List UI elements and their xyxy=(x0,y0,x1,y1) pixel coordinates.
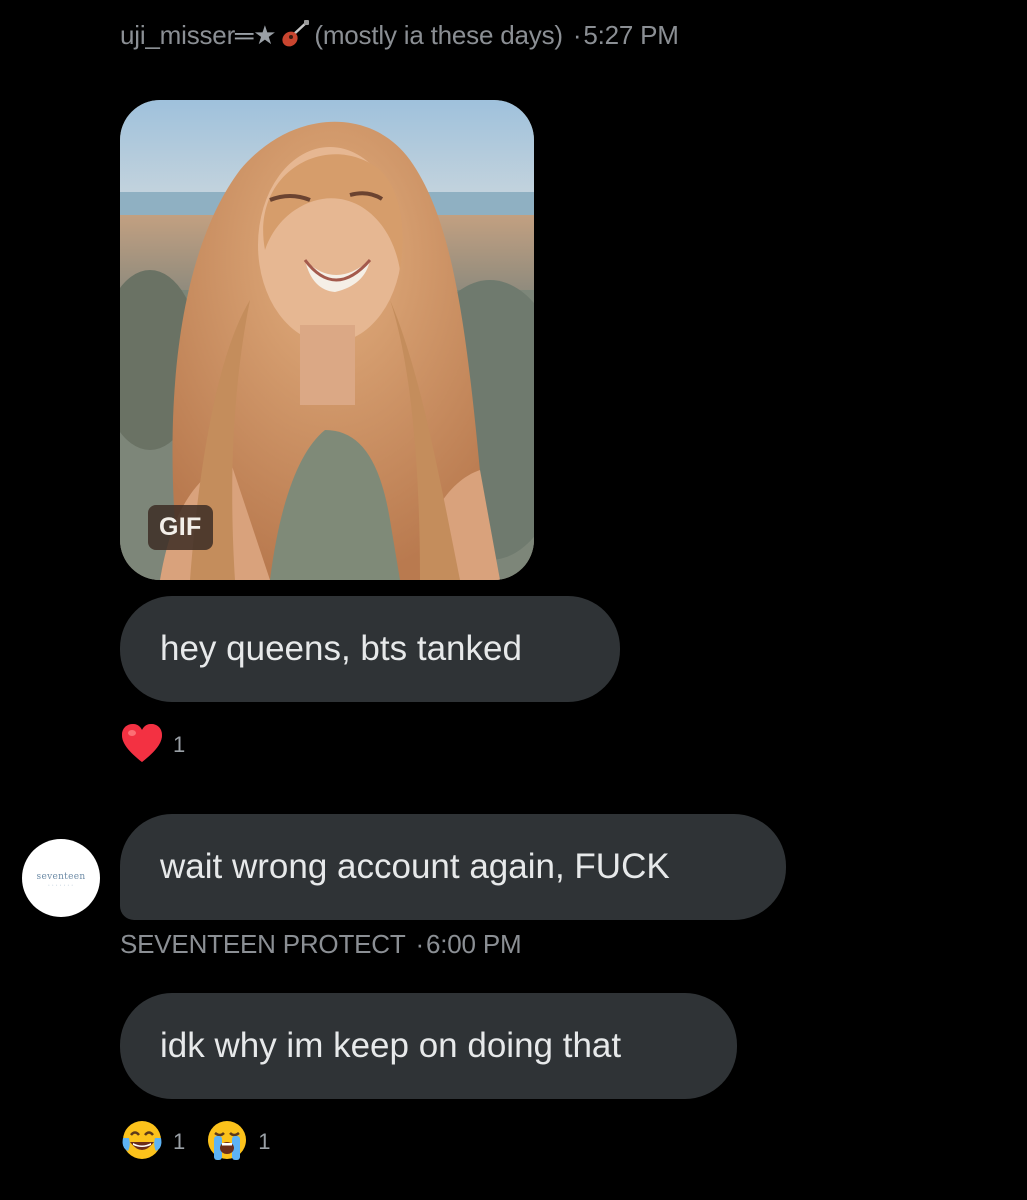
sender-name[interactable]: SEVENTEEN PROTECT xyxy=(120,929,406,959)
meta-separator: · xyxy=(572,20,582,50)
sender-name-decoration: ═★ xyxy=(235,20,277,50)
message-bubble[interactable]: hey queens, bts tanked xyxy=(120,596,620,702)
reaction-laughing[interactable]: 1 xyxy=(120,1118,185,1162)
avatar-logo-underline: • • • • • • • xyxy=(48,882,74,887)
message-bubble[interactable]: wait wrong account again, FUCK xyxy=(120,814,786,920)
reaction-count: 1 xyxy=(173,732,186,757)
reaction-heart[interactable]: 1 xyxy=(120,722,185,764)
guitar-emoji-icon xyxy=(280,20,310,48)
avatar-logo-text: seventeen xyxy=(36,871,86,882)
reaction-count: 1 xyxy=(173,1129,186,1154)
loudly-crying-face-emoji-icon xyxy=(208,1121,247,1160)
sender-note: (mostly ia these days) xyxy=(314,20,563,50)
sender-name[interactable]: uji_misser xyxy=(120,20,235,50)
message-reactions: 1 xyxy=(120,722,205,764)
message-bubble[interactable]: idk why im keep on doing that xyxy=(120,993,737,1099)
message-reactions: 1 1 xyxy=(120,1118,291,1162)
reaction-count: 1 xyxy=(258,1129,271,1154)
reaction-crying[interactable]: 1 xyxy=(205,1118,271,1162)
message-meta-1: uji_misser═★ (mostly ia these days) ·5:27… xyxy=(120,20,679,51)
gif-badge: GIF xyxy=(148,505,213,550)
meta-separator: · xyxy=(415,929,425,959)
message-time: 6:00 PM xyxy=(426,929,522,959)
message-time: 5:27 PM xyxy=(583,20,679,50)
message-text: wait wrong account again, FUCK xyxy=(160,847,670,886)
face-with-tears-of-joy-emoji-icon xyxy=(122,1121,162,1159)
message-text: hey queens, bts tanked xyxy=(160,629,522,668)
red-heart-emoji-icon xyxy=(122,724,162,762)
message-meta-2: SEVENTEEN PROTECT ·6:00 PM xyxy=(120,929,522,960)
avatar[interactable]: seventeen • • • • • • • xyxy=(22,839,100,917)
dm-conversation: uji_misser═★ (mostly ia these days) ·5:27… xyxy=(0,0,1027,1200)
message-text: idk why im keep on doing that xyxy=(160,1026,622,1065)
gif-message[interactable]: GIF xyxy=(120,100,534,580)
